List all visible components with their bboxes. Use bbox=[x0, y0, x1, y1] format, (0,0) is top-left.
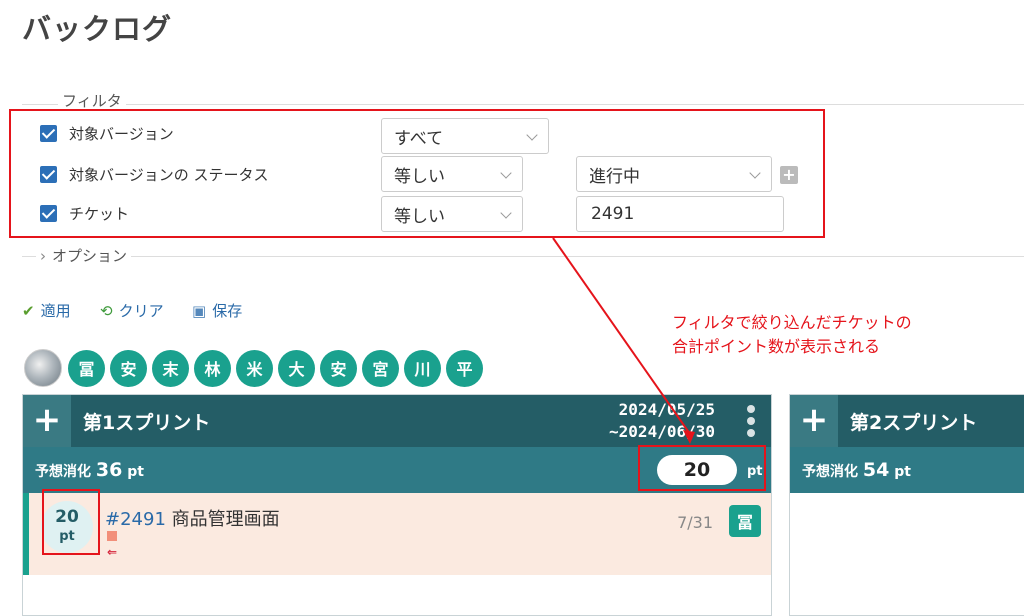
annotation-arrow bbox=[552, 237, 695, 444]
